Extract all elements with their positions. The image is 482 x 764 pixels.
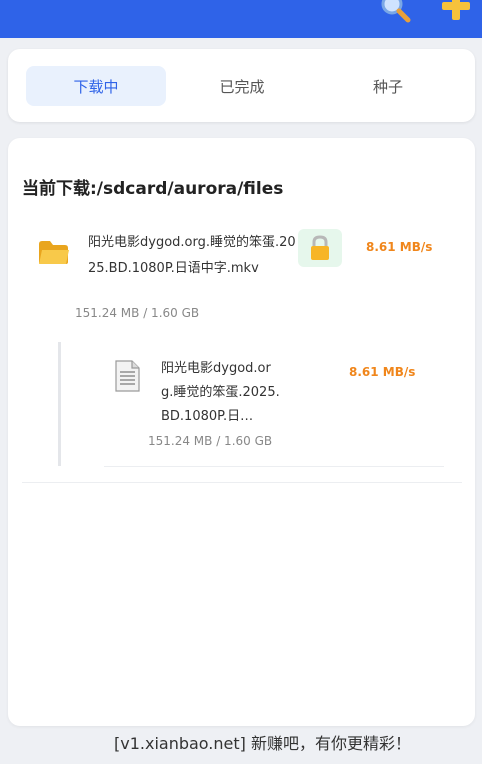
document-icon: [115, 360, 140, 392]
child-indent-rail: [58, 342, 61, 466]
lock-button[interactable]: [298, 229, 342, 267]
tab-completed[interactable]: 已完成: [172, 66, 312, 106]
item-2-size: 151.24 MB / 1.60 GB: [148, 434, 273, 448]
watermark-text: [v1.xianbao.net] 新赚吧，有你更精彩！: [114, 734, 411, 753]
tab-downloading[interactable]: 下载中: [26, 66, 166, 106]
current-download-path: 当前下载:/sdcard/aurora/files: [22, 179, 284, 199]
download-list-card: 当前下载:/sdcard/aurora/files 阳光电影dygod.org.…: [8, 138, 475, 726]
search-icon[interactable]: [378, 0, 412, 24]
item-1-name[interactable]: 阳光电影dygod.org.睡觉的笨蛋.2025.BD.1080P.日语中字.m…: [88, 230, 300, 282]
top-bar: [0, 0, 482, 38]
tab-torrents[interactable]: 种子: [318, 66, 458, 106]
add-icon[interactable]: [440, 0, 472, 24]
item-2-speed: 8.61 MB/s: [349, 365, 416, 379]
lock-icon: [311, 235, 329, 260]
tab-bar: 下载中 已完成 种子: [8, 49, 475, 122]
list-divider: [22, 482, 462, 483]
child-divider: [104, 466, 444, 467]
item-2-name[interactable]: 阳光电影dygod.org.睡觉的笨蛋.2025.BD.1080P.日…: [161, 357, 281, 429]
item-1-size: 151.24 MB / 1.60 GB: [75, 306, 200, 320]
folder-icon: [39, 241, 69, 264]
item-1-speed: 8.61 MB/s: [366, 240, 433, 254]
